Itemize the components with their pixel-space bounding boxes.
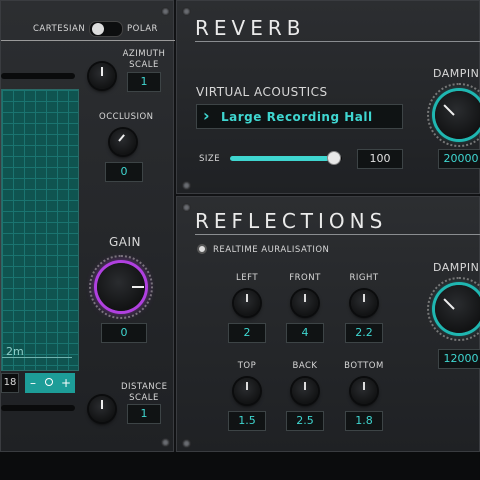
azimuth-slider-track[interactable] bbox=[1, 73, 75, 79]
back-knob[interactable] bbox=[292, 378, 318, 404]
reflections-damping-value[interactable]: 12000 bbox=[438, 349, 480, 369]
screw bbox=[182, 181, 191, 190]
screw bbox=[161, 7, 170, 16]
realtime-radio[interactable] bbox=[197, 244, 207, 254]
occlusion-value[interactable]: 0 bbox=[105, 162, 143, 182]
preset-select[interactable]: › Large Recording Hall bbox=[196, 104, 403, 129]
size-slider[interactable] bbox=[230, 151, 342, 165]
zoom-buttons: – + bbox=[25, 373, 75, 393]
reverb-damping-value[interactable]: 20000 bbox=[438, 149, 480, 169]
bottom-bar bbox=[0, 452, 480, 480]
virtual-acoustics-label: VIRTUAL ACOUSTICS bbox=[196, 85, 328, 99]
polar-label: POLAR bbox=[127, 24, 158, 34]
screw bbox=[161, 438, 170, 447]
zoom-control: 18 – + bbox=[1, 373, 77, 393]
reverb-damping-knob[interactable] bbox=[435, 91, 480, 139]
occlusion-knob[interactable] bbox=[110, 129, 136, 155]
front-value[interactable]: 4 bbox=[286, 323, 324, 343]
size-value[interactable]: 100 bbox=[357, 149, 403, 169]
spatial-panel: CARTESIAN POLAR AZIMUTH SCALE 1 2m OCCLU… bbox=[0, 0, 175, 452]
toggle-thumb-icon bbox=[92, 23, 104, 35]
reflections-panel: REFLECTIONS REALTIME AURALISATION LEFT 2 F… bbox=[176, 196, 480, 452]
divider bbox=[195, 41, 480, 42]
distance-knob[interactable] bbox=[89, 396, 115, 422]
left-value[interactable]: 2 bbox=[228, 323, 266, 343]
distance-slider-track[interactable] bbox=[1, 405, 75, 411]
reflections-damping-knob[interactable] bbox=[435, 285, 480, 333]
screw bbox=[182, 439, 191, 448]
bottom-knob[interactable] bbox=[351, 378, 377, 404]
reverb-damping-label: DAMPING bbox=[433, 67, 480, 80]
occlusion-label: OCCLUSION bbox=[99, 112, 154, 122]
left-label: LEFT bbox=[235, 273, 259, 283]
reverb-title: REVERB bbox=[195, 16, 306, 40]
back-value[interactable]: 2.5 bbox=[286, 411, 324, 431]
azimuth-scale-value[interactable]: 1 bbox=[127, 72, 161, 92]
distance-scale-label: DISTANCE SCALE bbox=[121, 382, 168, 403]
distance-scale-value[interactable]: 1 bbox=[127, 404, 161, 424]
mode-toggle[interactable] bbox=[89, 21, 123, 37]
gain-knob[interactable] bbox=[97, 263, 145, 311]
divider bbox=[1, 40, 175, 41]
reflections-title: REFLECTIONS bbox=[195, 209, 388, 233]
zoom-in-button[interactable]: + bbox=[61, 373, 71, 393]
zoom-out-button[interactable]: – bbox=[30, 373, 36, 393]
reflections-damping-label: DAMPING bbox=[433, 261, 480, 274]
gain-value[interactable]: 0 bbox=[101, 323, 147, 343]
top-label: TOP bbox=[237, 361, 257, 371]
position-grid[interactable]: 2m bbox=[1, 89, 79, 371]
top-value[interactable]: 1.5 bbox=[228, 411, 266, 431]
cartesian-label: CARTESIAN bbox=[33, 24, 86, 34]
front-knob[interactable] bbox=[292, 290, 318, 316]
size-slider-handle[interactable] bbox=[326, 151, 341, 165]
azimuth-scale-label: AZIMUTH SCALE bbox=[122, 49, 166, 70]
bottom-value[interactable]: 1.8 bbox=[345, 411, 383, 431]
screw bbox=[182, 7, 191, 16]
back-label: BACK bbox=[292, 361, 318, 371]
size-label: SIZE bbox=[199, 154, 221, 164]
divider bbox=[195, 234, 480, 235]
right-value[interactable]: 2.2 bbox=[345, 323, 383, 343]
size-slider-fill bbox=[230, 156, 329, 161]
preset-name: Large Recording Hall bbox=[221, 110, 373, 124]
screw bbox=[182, 203, 191, 212]
magnifier-icon bbox=[45, 378, 53, 386]
chevron-right-icon: › bbox=[203, 106, 210, 125]
right-knob[interactable] bbox=[351, 290, 377, 316]
bottom-label: BOTTOM bbox=[344, 361, 384, 371]
azimuth-knob[interactable] bbox=[89, 63, 115, 89]
left-knob[interactable] bbox=[234, 290, 260, 316]
top-knob[interactable] bbox=[234, 378, 260, 404]
right-label: RIGHT bbox=[349, 273, 379, 283]
realtime-label: REALTIME AURALISATION bbox=[213, 245, 330, 255]
reverb-panel: REVERB VIRTUAL ACOUSTICS › Large Recordi… bbox=[176, 0, 480, 194]
grid-scale-label: 2m bbox=[6, 345, 24, 358]
front-label: FRONT bbox=[289, 273, 321, 283]
gain-label: GAIN bbox=[109, 235, 142, 249]
zoom-value: 18 bbox=[1, 373, 19, 393]
